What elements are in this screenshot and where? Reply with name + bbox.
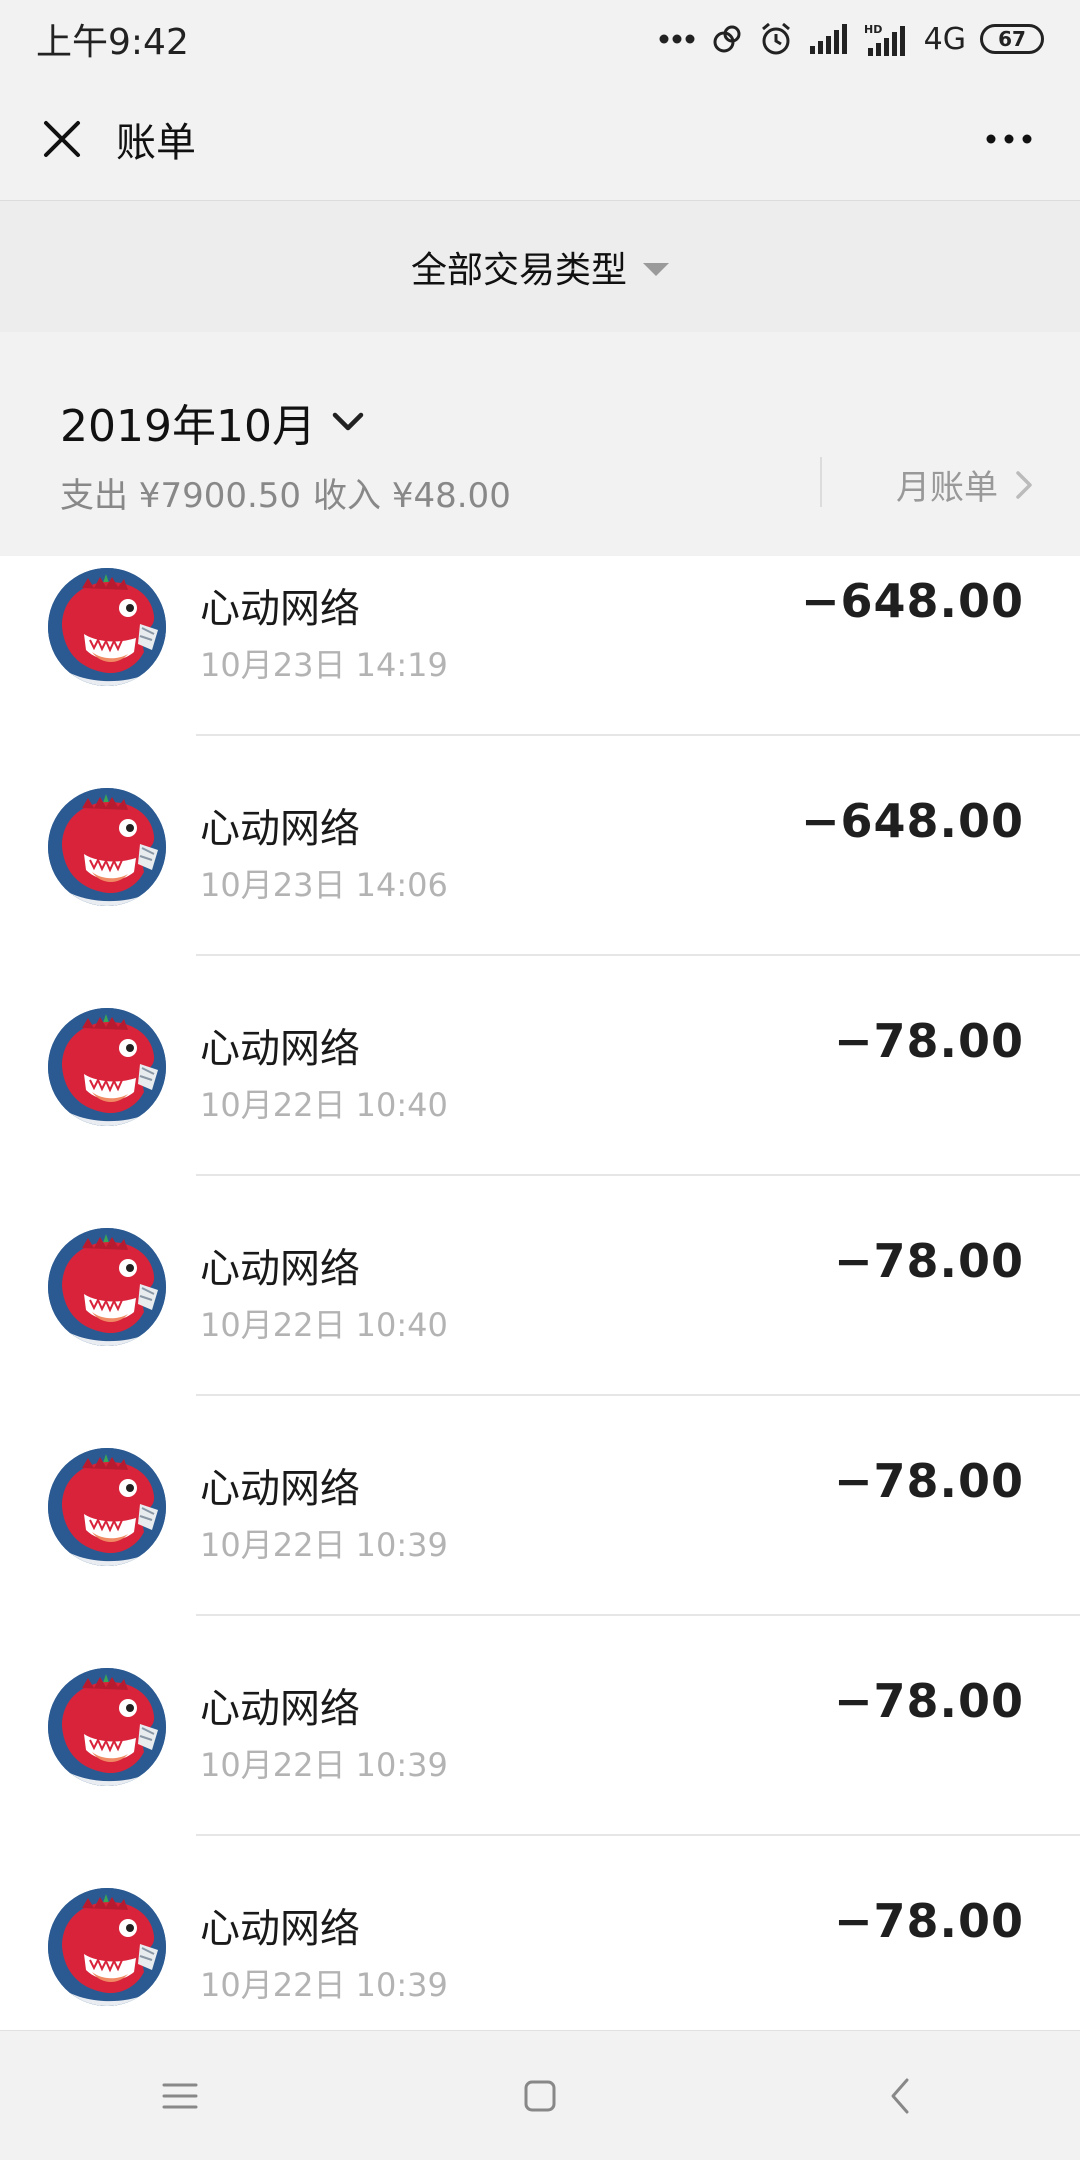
transaction-amount: −78.00: [833, 1894, 1024, 1948]
filter-bar: 全部交易类型: [0, 200, 1080, 333]
transaction-item[interactable]: 心动网络 10月23日 14:06 −648.00: [0, 736, 1080, 956]
triangle-down-icon: [643, 262, 669, 276]
menu-icon: [162, 2083, 198, 2109]
bill-page: 上午9:42 HD 4G 67 账单 全部交易类型 2019年10月 支出 ¥7…: [0, 0, 1080, 2160]
merchant-name: 心动网络: [200, 1026, 360, 1072]
divider: [820, 457, 822, 507]
home-icon: [524, 2080, 556, 2112]
monthly-bill-label: 月账单: [896, 468, 998, 508]
system-nav-bar: [0, 2030, 1080, 2160]
menu-button[interactable]: [130, 2056, 230, 2136]
dino-avatar-icon: [48, 1888, 166, 2006]
dino-avatar-icon: [48, 1448, 166, 1566]
month-label: 2019年10月: [60, 401, 316, 452]
merchant-name: 心动网络: [200, 1466, 360, 1512]
merchant-avatar: [48, 1668, 166, 1786]
transaction-item[interactable]: 心动网络 10月23日 14:19 −648.00: [0, 556, 1080, 736]
hd-signal-icon: HD: [864, 22, 910, 56]
chevron-right-icon: [1016, 470, 1032, 499]
transaction-time: 10月23日 14:19: [200, 646, 448, 684]
dino-avatar-icon: [48, 1228, 166, 1346]
transaction-type-filter[interactable]: 全部交易类型: [411, 241, 669, 293]
dino-avatar-icon: [48, 1668, 166, 1786]
transaction-item[interactable]: 心动网络 10月22日 10:39 −78.00: [0, 1836, 1080, 2030]
back-button[interactable]: [850, 2056, 950, 2136]
transaction-list[interactable]: 心动网络 10月23日 14:19 −648.00 心动网络 10月23日 14…: [0, 556, 1080, 2030]
close-icon: [44, 121, 80, 157]
monthly-bill-link[interactable]: 月账单: [896, 460, 1034, 509]
status-bar: 上午9:42 HD 4G 67: [0, 0, 1080, 78]
network-type: 4G: [923, 21, 966, 57]
month-summary: 2019年10月 支出 ¥7900.50 收入 ¥48.00 月账单: [0, 332, 1080, 556]
filter-label: 全部交易类型: [410, 250, 627, 291]
merchant-name: 心动网络: [200, 1686, 360, 1732]
status-time: 上午9:42: [36, 22, 189, 63]
more-button[interactable]: [974, 113, 1044, 165]
transaction-item[interactable]: 心动网络 10月22日 10:39 −78.00: [0, 1396, 1080, 1616]
transaction-amount: −78.00: [833, 1014, 1024, 1068]
expense-total: 支出 ¥7900.50: [60, 476, 302, 516]
transaction-item[interactable]: 心动网络 10月22日 10:40 −78.00: [0, 1176, 1080, 1396]
status-icons: HD 4G 67: [658, 21, 1044, 57]
merchant-name: 心动网络: [200, 1906, 360, 1952]
dino-avatar-icon: [48, 1008, 166, 1126]
more-dots-icon: [658, 33, 696, 45]
transaction-time: 10月22日 10:40: [200, 1306, 448, 1344]
transaction-amount: −78.00: [833, 1454, 1024, 1508]
merchant-name: 心动网络: [200, 1246, 360, 1292]
battery-level: 67: [998, 27, 1026, 51]
month-totals: 支出 ¥7900.50 收入 ¥48.00: [60, 468, 511, 517]
transaction-time: 10月22日 10:39: [200, 1746, 448, 1784]
title-bar: 账单: [0, 78, 1080, 200]
merchant-avatar: [48, 1228, 166, 1346]
merchant-avatar: [48, 568, 166, 686]
close-button[interactable]: [36, 113, 88, 165]
merchant-name: 心动网络: [200, 586, 360, 632]
dino-avatar-icon: [48, 788, 166, 906]
transaction-amount: −78.00: [833, 1674, 1024, 1728]
transaction-amount: −648.00: [800, 574, 1024, 628]
page-title: 账单: [116, 120, 196, 166]
alarm-icon: [758, 21, 794, 57]
transaction-amount: −648.00: [800, 794, 1024, 848]
income-total: 收入 ¥48.00: [313, 476, 511, 516]
chevron-down-icon: [332, 412, 364, 431]
merchant-name: 心动网络: [200, 806, 360, 852]
month-picker[interactable]: 2019年10月: [60, 390, 364, 454]
more-icon: [986, 134, 1032, 144]
merchant-avatar: [48, 788, 166, 906]
link-icon: [710, 22, 744, 56]
back-icon: [891, 2078, 909, 2114]
transaction-time: 10月23日 14:06: [200, 866, 448, 904]
merchant-avatar: [48, 1008, 166, 1126]
transaction-time: 10月22日 10:39: [200, 1966, 448, 2004]
battery-icon: 67: [980, 24, 1044, 54]
transaction-amount: −78.00: [833, 1234, 1024, 1288]
home-button[interactable]: [490, 2056, 590, 2136]
transaction-item[interactable]: 心动网络 10月22日 10:40 −78.00: [0, 956, 1080, 1176]
merchant-avatar: [48, 1888, 166, 2006]
transaction-item[interactable]: 心动网络 10月22日 10:39 −78.00: [0, 1616, 1080, 1836]
signal-icon: [808, 24, 850, 54]
dino-avatar-icon: [48, 568, 166, 686]
merchant-avatar: [48, 1448, 166, 1566]
transaction-time: 10月22日 10:40: [200, 1086, 448, 1124]
hd-label: HD: [864, 23, 882, 36]
transaction-time: 10月22日 10:39: [200, 1526, 448, 1564]
